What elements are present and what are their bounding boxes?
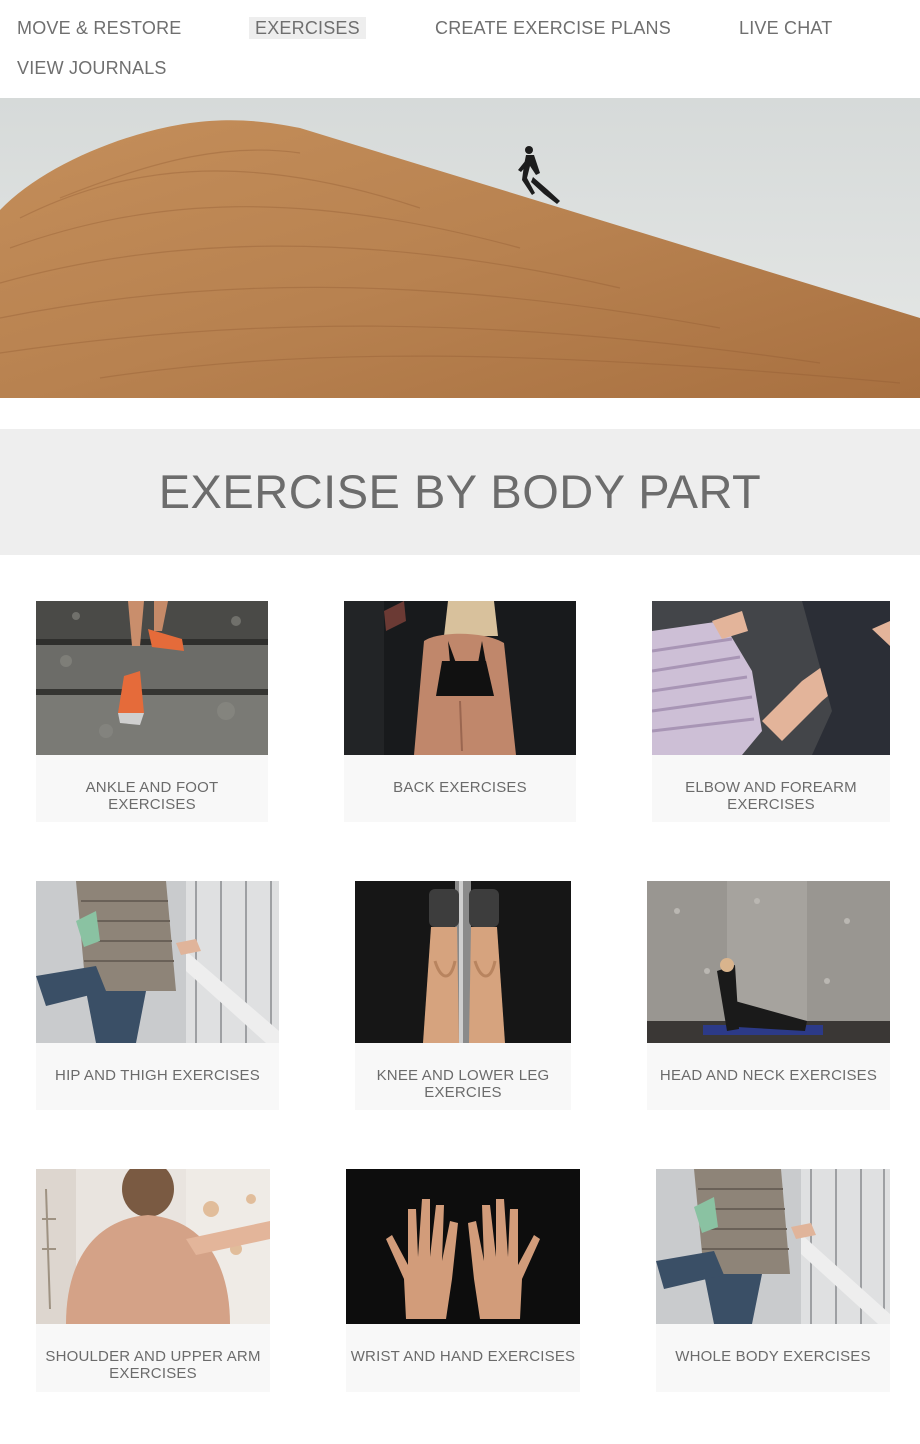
card-image bbox=[647, 881, 890, 1043]
section-title: EXERCISE BY BODY PART bbox=[158, 465, 762, 518]
card-whole-body[interactable]: WHOLE BODY EXERCISES bbox=[656, 1169, 890, 1392]
nav-move-restore[interactable]: MOVE & RESTORE bbox=[11, 17, 188, 39]
card-head-neck[interactable]: HEAD AND NECK EXERCISES bbox=[647, 881, 890, 1110]
card-label: ELBOW AND FOREARM EXERCISES bbox=[685, 779, 857, 813]
card-label: WRIST AND HAND EXERCISES bbox=[350, 1348, 576, 1365]
hero-image bbox=[0, 98, 920, 398]
nav-exercises[interactable]: EXERCISES bbox=[249, 17, 366, 39]
card-wrist-hand[interactable]: WRIST AND HAND EXERCISES bbox=[346, 1169, 580, 1392]
card-label: HEAD AND NECK EXERCISES bbox=[659, 1067, 878, 1084]
card-image bbox=[346, 1169, 580, 1324]
nav-create-exercise-plans[interactable]: CREATE EXERCISE PLANS bbox=[429, 17, 677, 39]
card-label: WHOLE BODY EXERCISES bbox=[675, 1348, 871, 1365]
card-ankle-foot[interactable]: ANKLE AND FOOT EXERCISES bbox=[36, 601, 268, 822]
card-image bbox=[656, 1169, 890, 1324]
card-image bbox=[36, 881, 279, 1043]
card-image bbox=[652, 601, 890, 755]
card-label: KNEE AND LOWER LEG EXERCIES bbox=[376, 1067, 550, 1101]
main-nav: MOVE & RESTORE EXERCISES CREATE EXERCISE… bbox=[0, 0, 920, 98]
card-label: HIP AND THIGH EXERCISES bbox=[55, 1067, 260, 1084]
card-label: SHOULDER AND UPPER ARM EXERCISES bbox=[45, 1348, 261, 1382]
card-shoulder-upper-arm[interactable]: SHOULDER AND UPPER ARM EXERCISES bbox=[36, 1169, 270, 1392]
card-image bbox=[355, 881, 571, 1043]
card-label: ANKLE AND FOOT EXERCISES bbox=[85, 779, 219, 813]
card-knee-lower-leg[interactable]: KNEE AND LOWER LEG EXERCIES bbox=[355, 881, 571, 1110]
card-label: BACK EXERCISES bbox=[393, 779, 527, 796]
nav-view-journals[interactable]: VIEW JOURNALS bbox=[11, 57, 173, 79]
card-hip-thigh[interactable]: HIP AND THIGH EXERCISES bbox=[36, 881, 279, 1110]
card-image bbox=[36, 1169, 270, 1324]
card-image bbox=[36, 601, 268, 755]
section-band: EXERCISE BY BODY PART bbox=[0, 429, 920, 555]
card-image bbox=[344, 601, 576, 755]
card-elbow-forearm[interactable]: ELBOW AND FOREARM EXERCISES bbox=[652, 601, 890, 822]
nav-live-chat[interactable]: LIVE CHAT bbox=[733, 17, 839, 39]
card-back[interactable]: BACK EXERCISES bbox=[344, 601, 576, 822]
